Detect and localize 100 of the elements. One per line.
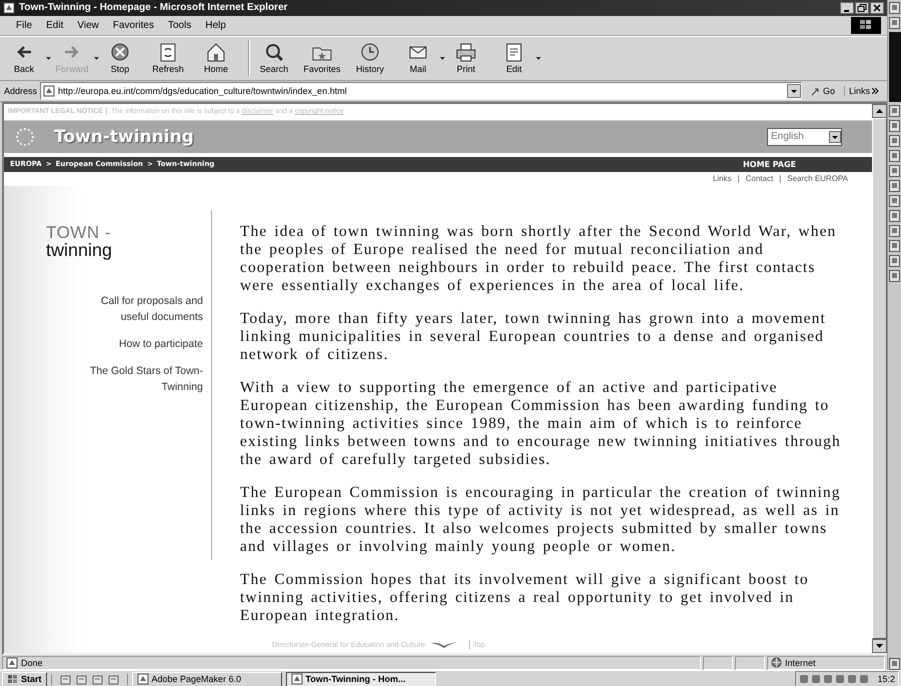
- status-text: Done: [21, 658, 43, 668]
- dropdown-arrow-icon[interactable]: [536, 56, 540, 60]
- paragraph: Today, more than fifty years later, town twinning has grown into a movement linking municipalities in several European countries to a dense and organised network of citizens.: [240, 310, 827, 364]
- tray-icon[interactable]: [835, 674, 846, 684]
- paragraph: The European Commission is encouraging in particular the creation of twinning links in regions where this type of activity is not yet widespread, as well as in the accession countries. It also welcomes projects submitted by smaller towns and villages or involving mainly young people or women.: [240, 484, 842, 556]
- status-panel: [703, 656, 734, 670]
- dropdown-button[interactable]: [786, 84, 801, 98]
- toolbar-button[interactable]: Mail: [398, 40, 438, 76]
- dropdown-button[interactable]: [829, 130, 842, 143]
- quick-launch-icon[interactable]: [60, 674, 71, 684]
- menu-item[interactable]: Favorites: [106, 18, 160, 32]
- scrollbar-thumb[interactable]: [872, 118, 888, 640]
- taskbar-button[interactable]: Town-Twinning - Hom...: [286, 672, 436, 686]
- search-icon: [263, 42, 285, 62]
- address-field[interactable]: http://europa.eu.int/comm/dgs/education_culture/towntwin/index_en.html: [40, 82, 802, 100]
- site-title: Town-twinning: [54, 126, 195, 147]
- star-circle-logo: [14, 126, 36, 148]
- shortcut-icon[interactable]: [889, 195, 900, 207]
- top-link[interactable]: Contact: [746, 174, 774, 186]
- toolbar-button[interactable]: Search: [254, 40, 294, 76]
- nav-link[interactable]: Call for proposals and useful documents: [73, 292, 203, 325]
- toolbar-button[interactable]: Favorites: [302, 40, 342, 76]
- status-panel: [735, 656, 766, 670]
- arrow-icon: [810, 86, 821, 96]
- quick-launch-icon[interactable]: [92, 674, 103, 684]
- scroll-up-button[interactable]: [872, 104, 888, 118]
- shortcut-icon[interactable]: [889, 270, 900, 282]
- top-link[interactable]: Links: [712, 174, 732, 186]
- quick-launch-icon[interactable]: [76, 674, 87, 684]
- shortcut-bar-header: [888, 32, 900, 102]
- toolbar-button[interactable]: Home: [196, 40, 236, 76]
- tray-icon[interactable]: [859, 674, 870, 684]
- toolbar-button[interactable]: History: [350, 40, 390, 76]
- clock: 15:2: [877, 674, 895, 684]
- side-title: TOWN -: [46, 224, 112, 241]
- menu-item[interactable]: File: [10, 18, 38, 32]
- menu-item[interactable]: Help: [199, 18, 232, 32]
- shortcut-icon[interactable]: [889, 2, 900, 14]
- flag-icon: [859, 19, 874, 32]
- paragraph: The Commission hopes that its involvement will give a significant boost to twinning activities, offering citizens a real opportunity to get involved in European integration.: [240, 570, 810, 625]
- clock-icon: [359, 42, 381, 62]
- start-button[interactable]: Start: [2, 672, 47, 686]
- home-page-label: HOME PAGE: [742, 160, 796, 169]
- flag-icon: [7, 674, 18, 684]
- menu-item[interactable]: View: [71, 18, 105, 32]
- scroll-down-button[interactable]: [872, 639, 888, 654]
- taskbar-button[interactable]: Adobe PageMaker 6.0: [132, 672, 282, 686]
- window-title: Town-Twinning - Homepage - Microsoft Internet Explorer: [19, 2, 289, 14]
- shortcut-icon[interactable]: [889, 165, 900, 177]
- address-label: Address: [4, 86, 38, 96]
- shortcut-icon[interactable]: [889, 105, 900, 117]
- zone-label: Internet: [785, 658, 816, 668]
- shortcut-icon[interactable]: [889, 240, 900, 252]
- tray-icon[interactable]: [799, 674, 810, 684]
- link-separator: |: [779, 174, 782, 185]
- bird-icon: [431, 640, 457, 649]
- app-icon: [136, 673, 149, 685]
- page-icon: [43, 84, 56, 97]
- shortcut-icon[interactable]: [889, 658, 900, 670]
- tray-icon[interactable]: [823, 674, 834, 684]
- tray-icon[interactable]: [811, 674, 822, 684]
- dropdown-arrow-icon[interactable]: [440, 56, 444, 60]
- dropdown-arrow-icon[interactable]: [46, 56, 50, 60]
- toolbar-button[interactable]: Print: [446, 40, 486, 76]
- shortcut-icon[interactable]: [889, 150, 900, 162]
- quick-launch-icon[interactable]: [108, 674, 119, 684]
- links-button[interactable]: Links: [844, 86, 884, 96]
- app-icon: [290, 673, 303, 685]
- language-select[interactable]: English: [767, 128, 842, 146]
- nav-link[interactable]: How to participate: [73, 336, 203, 352]
- close-button[interactable]: [870, 2, 884, 14]
- nav-link[interactable]: The Gold Stars of Town-Twinning: [73, 362, 203, 395]
- tray-icon[interactable]: [847, 674, 858, 684]
- browser-icon: [3, 2, 15, 14]
- printer-icon: [455, 42, 477, 62]
- chevron-icon: [872, 88, 880, 94]
- paragraph: With a view to supporting the emergence of an active and participative European citizenship, the European Commission has been awarding funding to town-twinning activities since 1989, the main aim of which is to reinforce existing links between towns and to encourage new twinning initiatives through the award of carefully targeted subsidies.: [240, 378, 842, 469]
- go-button[interactable]: Go: [804, 86, 841, 96]
- shortcut-icon[interactable]: [889, 135, 900, 147]
- minimize-button[interactable]: [840, 2, 854, 14]
- maximize-button[interactable]: [855, 2, 870, 14]
- globe-icon: [771, 657, 782, 668]
- shortcut-icon[interactable]: [889, 225, 900, 237]
- toolbar-button[interactable]: Edit: [494, 40, 534, 76]
- shortcut-icon[interactable]: [889, 17, 900, 29]
- shortcut-icon[interactable]: [889, 120, 900, 132]
- side-title: twinning: [46, 240, 114, 259]
- toolbar-button[interactable]: Back: [4, 40, 44, 76]
- shortcut-icon[interactable]: [889, 180, 900, 192]
- house-icon: [205, 42, 227, 62]
- menu-item[interactable]: Tools: [162, 18, 198, 32]
- menu-item[interactable]: Edit: [40, 18, 70, 32]
- stop-icon: [109, 42, 131, 62]
- toolbar-button[interactable]: Stop: [100, 40, 140, 76]
- top-link[interactable]: Search EUROPA: [787, 174, 848, 186]
- shortcut-icon[interactable]: [889, 255, 900, 267]
- paragraph: The idea of town twinning was born shortly after the Second World War, when the peoples of Europe realised the need for mutual reconciliation and cooperation between neighbours in order to rebuild peace. The first contacts were essentially exchanges of experiences in the area of local life.: [240, 222, 838, 295]
- link-separator: |: [738, 174, 740, 185]
- shortcut-icon[interactable]: [889, 210, 900, 222]
- toolbar-button[interactable]: Refresh: [148, 40, 188, 76]
